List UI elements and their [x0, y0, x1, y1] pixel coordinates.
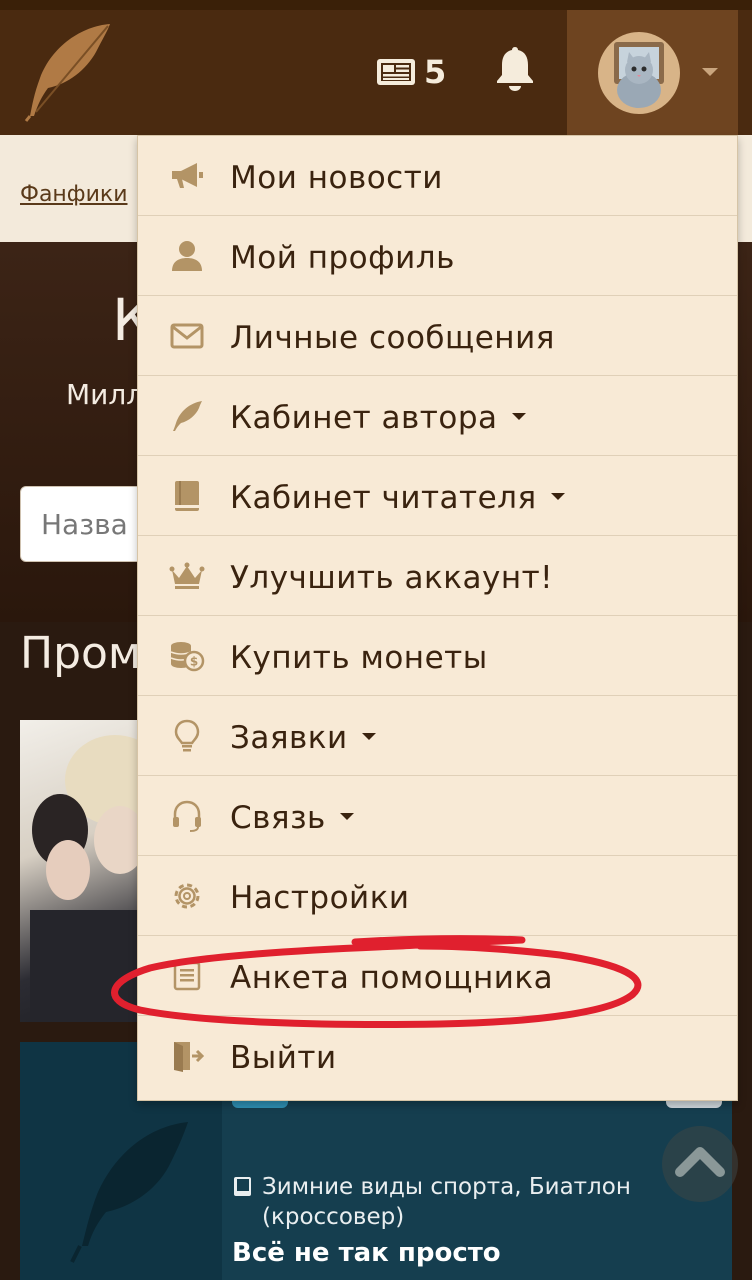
menu-item-messages[interactable]: Личные сообщения	[138, 296, 737, 376]
menu-item-label: Кабинет автора	[230, 398, 526, 438]
menu-item-buy-coins[interactable]: $ Купить монеты	[138, 616, 737, 696]
menu-item-label: Выйти	[230, 1040, 337, 1076]
menu-item-label: Личные сообщения	[230, 320, 555, 356]
chevron-up-icon	[675, 1147, 725, 1177]
menu-item-settings[interactable]: Настройки	[138, 856, 737, 936]
section-title: Пром	[20, 628, 140, 679]
chevron-down-icon	[339, 813, 354, 820]
user-menu-toggle[interactable]	[567, 10, 738, 135]
menu-item-helper-form[interactable]: Анкета помощника	[138, 936, 737, 1016]
chevron-down-icon	[550, 493, 565, 500]
menu-item-label: Связь	[230, 798, 354, 838]
menu-item-label: Анкета помощника	[230, 960, 554, 996]
breadcrumb-link[interactable]: Фанфики	[20, 182, 138, 207]
menu-item-label: Мои новости	[230, 160, 443, 196]
user-icon	[168, 238, 206, 274]
book-icon	[234, 1177, 251, 1196]
scroll-top-button[interactable]	[662, 1126, 738, 1202]
logout-icon	[168, 1038, 206, 1074]
newspaper-icon	[377, 59, 415, 85]
card-title[interactable]: Всё не так просто	[232, 1238, 501, 1268]
menu-item-my-news[interactable]: Мои новости	[138, 136, 737, 216]
book-icon	[168, 478, 206, 514]
avatar	[598, 32, 680, 114]
hero-subtitle: Милл	[66, 378, 138, 411]
crown-icon	[168, 558, 206, 594]
feather-icon	[168, 398, 206, 434]
menu-item-logout[interactable]: Выйти	[138, 1016, 737, 1096]
chevron-down-icon	[361, 733, 376, 740]
menu-item-label: Улучшить аккаунт!	[230, 560, 554, 596]
menu-item-requests[interactable]: Заявки	[138, 696, 737, 776]
menu-item-label: Настройки	[230, 880, 410, 916]
menu-item-label: Купить монеты	[230, 640, 488, 676]
promo-card-cover[interactable]	[20, 720, 150, 1022]
navbar-edge	[0, 0, 752, 10]
gear-icon	[168, 878, 206, 914]
menu-item-label: Мой профиль	[230, 240, 455, 276]
bell-icon[interactable]	[494, 44, 536, 92]
chevron-down-icon	[511, 413, 526, 420]
lightbulb-icon	[168, 718, 206, 754]
menu-item-author-cabinet[interactable]: Кабинет автора	[138, 376, 737, 456]
card-fandom[interactable]: Зимние виды спорта, Биатлон (кроссовер)	[232, 1172, 652, 1232]
document-icon	[168, 958, 206, 994]
cat-avatar-icon	[614, 42, 664, 108]
headset-icon	[168, 798, 206, 834]
menu-item-label: Кабинет читателя	[230, 478, 565, 518]
menu-item-upgrade[interactable]: Улучшить аккаунт!	[138, 536, 737, 616]
menu-item-contact[interactable]: Связь	[138, 776, 737, 856]
menu-item-reader-cabinet[interactable]: Кабинет читателя	[138, 456, 737, 536]
cover-illustration	[30, 735, 150, 1022]
feather-logo-icon[interactable]	[12, 18, 117, 123]
card-fandom-text: Зимние виды спорта, Биатлон (кроссовер)	[262, 1174, 631, 1230]
envelope-icon	[168, 318, 206, 354]
svg-text:$: $	[190, 655, 198, 669]
menu-item-my-profile[interactable]: Мой профиль	[138, 216, 737, 296]
coins-icon: $	[168, 638, 206, 674]
chevron-down-icon	[702, 68, 718, 76]
news-counter[interactable]: 5	[376, 53, 447, 91]
megaphone-icon	[168, 158, 206, 194]
user-dropdown-menu: Мои новости Мой профиль Личные сообщения…	[137, 135, 738, 1101]
menu-item-label: Заявки	[230, 718, 376, 758]
top-navbar: 5	[0, 0, 752, 135]
search-input[interactable]: Назва	[20, 486, 150, 562]
news-count: 5	[424, 53, 447, 91]
